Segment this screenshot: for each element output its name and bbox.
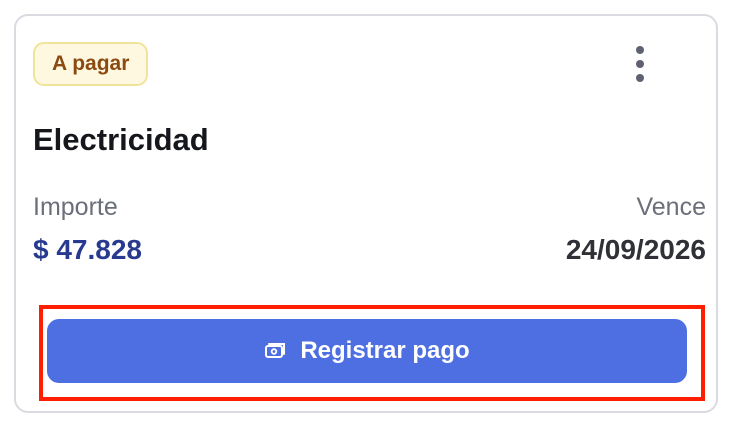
register-payment-label: Registrar pago bbox=[300, 337, 470, 364]
register-payment-button[interactable]: Registrar pago bbox=[47, 319, 687, 383]
more-vertical-icon-dot bbox=[636, 74, 644, 82]
amount-label: Importe bbox=[33, 193, 118, 221]
more-options-button[interactable] bbox=[620, 42, 660, 86]
more-vertical-icon-dot bbox=[636, 60, 644, 68]
bill-title: Electricidad bbox=[33, 122, 209, 157]
due-date-value: 24/09/2026 bbox=[565, 234, 706, 265]
amount-value: $ 47.828 bbox=[33, 234, 142, 265]
cash-icon bbox=[264, 342, 286, 360]
status-badge: A pagar bbox=[33, 42, 149, 86]
more-vertical-icon bbox=[636, 46, 644, 54]
due-date-label: Vence bbox=[636, 193, 706, 221]
